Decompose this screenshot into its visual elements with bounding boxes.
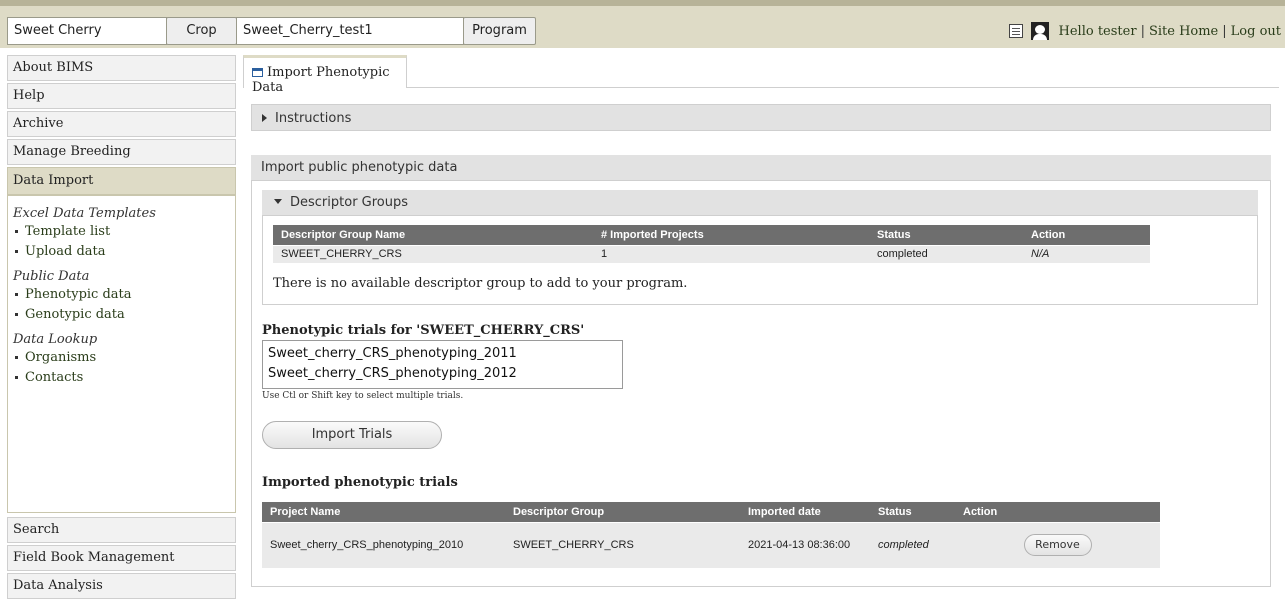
table-header-row: Project Name Descriptor Group Imported d… [262, 502, 1160, 522]
column-header: Status [869, 225, 1023, 245]
site-home-link[interactable]: Site Home [1149, 24, 1218, 39]
crop-select[interactable]: Sweet Cherry [7, 17, 167, 45]
user-icon [1030, 22, 1049, 40]
table-cell: SWEET_CHERRY_CRS [273, 244, 593, 263]
sidebar-item-data-import[interactable]: Data Import [7, 167, 236, 195]
column-header: Imported date [740, 502, 870, 522]
window-icon [252, 68, 263, 77]
link-label[interactable]: Phenotypic data [25, 287, 132, 302]
descriptor-groups-toggle[interactable]: Descriptor Groups [262, 190, 1258, 216]
imported-table: Project Name Descriptor Group Imported d… [262, 502, 1160, 568]
tab-label: Import Phenotypic Data [252, 65, 390, 95]
instructions-toggle[interactable]: Instructions [251, 104, 1271, 131]
link-label[interactable]: Genotypic data [25, 307, 125, 322]
table-cell: completed [870, 521, 955, 568]
link-organisms[interactable]: Organisms [13, 350, 235, 365]
column-header: Action [955, 502, 1160, 522]
table-cell: 2021-04-13 08:36:00 [740, 521, 870, 568]
crop-button[interactable]: Crop [166, 17, 237, 45]
link-phenotypic-data[interactable]: Phenotypic data [13, 287, 235, 302]
link-label[interactable]: Upload data [25, 244, 106, 259]
column-header: Status [870, 502, 955, 522]
descriptor-groups-panel: Descriptor Groups Descriptor Group Name … [262, 190, 1258, 305]
program-button[interactable]: Program [463, 17, 536, 45]
section-public-data: Public Data [13, 269, 90, 284]
table-cell: N/A [1023, 244, 1150, 263]
column-header: Action [1023, 225, 1150, 245]
tab-import-phenotypic-data[interactable]: Import Phenotypic Data [243, 55, 407, 95]
no-group-text: There is no available descriptor group t… [273, 276, 688, 291]
list-item[interactable]: Sweet_cherry_CRS_phenotyping_2012 [268, 364, 622, 384]
instructions-label: Instructions [275, 111, 352, 126]
import-public-panel: Import public phenotypic data Descriptor… [251, 155, 1271, 587]
link-genotypic-data[interactable]: Genotypic data [13, 307, 235, 322]
bullet-icon [15, 230, 18, 233]
table-cell: SWEET_CHERRY_CRS [505, 521, 740, 568]
sidebar-item-help[interactable]: Help [7, 83, 236, 109]
greeting-text: Hello tester [1058, 23, 1137, 39]
remove-button[interactable]: Remove [1023, 534, 1092, 557]
descriptor-table: Descriptor Group Name # Imported Project… [273, 225, 1150, 263]
sidebar-item-about-bims[interactable]: About BIMS [7, 55, 236, 81]
table-row: SWEET_CHERRY_CRS 1 completed N/A [273, 244, 1150, 263]
logout-link[interactable]: Log out [1231, 24, 1281, 39]
sidebar-item-field-book-management[interactable]: Field Book Management [7, 545, 236, 571]
bullet-icon [15, 356, 18, 359]
separator: | [1222, 23, 1227, 39]
sidebar-item-search[interactable]: Search [7, 517, 236, 543]
imported-title: Imported phenotypic trials [262, 475, 458, 490]
triangle-right-icon [262, 114, 267, 122]
data-import-panel: Excel Data Templates Template list Uploa… [7, 195, 236, 513]
separator: | [1140, 23, 1145, 39]
bullet-icon [15, 313, 18, 316]
trials-listbox[interactable]: Sweet_cherry_CRS_phenotyping_2011 Sweet_… [262, 340, 623, 389]
table-row: Sweet_cherry_CRS_phenotyping_2010 SWEET_… [262, 521, 1160, 568]
sidebar: About BIMS Help Archive Manage Breeding … [7, 55, 236, 599]
trials-hint: Use Ctl or Shift key to select multiple … [262, 391, 464, 401]
import-trials-button[interactable]: Import Trials [262, 421, 442, 449]
panel-title: Import public phenotypic data [261, 160, 458, 175]
link-label[interactable]: Organisms [25, 350, 96, 365]
section-data-lookup: Data Lookup [13, 332, 98, 347]
link-upload-data[interactable]: Upload data [13, 244, 235, 259]
program-select[interactable]: Sweet_Cherry_test1 [236, 17, 464, 45]
table-header-row: Descriptor Group Name # Imported Project… [273, 225, 1150, 245]
main-content: Import Phenotypic Data Instructions Impo… [243, 55, 1279, 590]
bullet-icon [15, 250, 18, 253]
top-bar: Sweet Cherry Crop Sweet_Cherry_test1 Pro… [0, 0, 1285, 48]
sidebar-item-data-analysis[interactable]: Data Analysis [7, 573, 236, 599]
table-cell: 1 [593, 244, 869, 263]
descriptor-groups-label: Descriptor Groups [290, 195, 409, 210]
sidebar-item-archive[interactable]: Archive [7, 111, 236, 137]
bullet-icon [15, 376, 18, 379]
list-item[interactable]: Sweet_cherry_CRS_phenotyping_2011 [268, 344, 622, 364]
column-header: Descriptor Group Name [273, 225, 593, 245]
trials-title: Phenotypic trials for 'SWEET_CHERRY_CRS' [262, 323, 585, 338]
link-label[interactable]: Template list [25, 224, 110, 239]
bullet-icon [15, 293, 18, 296]
link-template-list[interactable]: Template list [13, 224, 235, 239]
column-header: # Imported Projects [593, 225, 869, 245]
link-label[interactable]: Contacts [25, 370, 83, 385]
table-cell: Sweet_cherry_CRS_phenotyping_2010 [262, 521, 505, 568]
column-header: Project Name [262, 502, 505, 522]
triangle-down-icon [274, 199, 282, 204]
user-area: Hello tester | Site Home | Log out [1008, 18, 1281, 44]
link-contacts[interactable]: Contacts [13, 370, 235, 385]
section-excel-data-templates: Excel Data Templates [13, 206, 156, 221]
grid-icon[interactable] [1008, 24, 1023, 38]
table-cell: Remove [955, 521, 1160, 568]
column-header: Descriptor Group [505, 502, 740, 522]
table-cell: completed [869, 244, 1023, 263]
panel-header: Import public phenotypic data [251, 155, 1271, 181]
sidebar-item-manage-breeding[interactable]: Manage Breeding [7, 139, 236, 165]
